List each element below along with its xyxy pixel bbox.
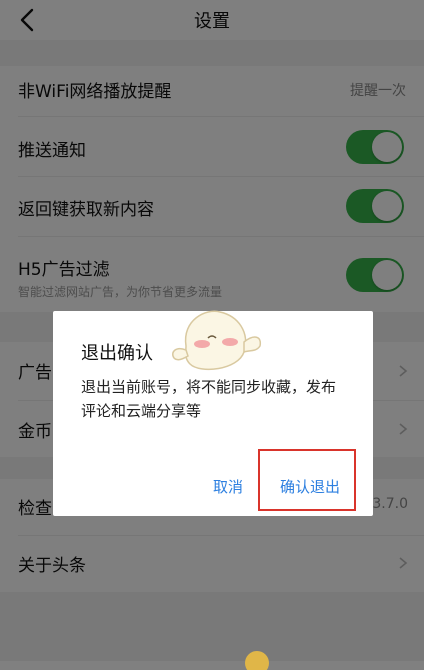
confirm-logout-button[interactable]: 确认退出 [280, 476, 340, 497]
floating-badge-icon [245, 651, 269, 670]
dialog-message: 退出当前账号，将不能同步收藏，发布评论和云端分享等 [81, 378, 337, 420]
mascot-illustration [172, 310, 262, 371]
cancel-button[interactable]: 取消 [213, 476, 243, 497]
dialog-title: 退出确认 [81, 343, 153, 364]
